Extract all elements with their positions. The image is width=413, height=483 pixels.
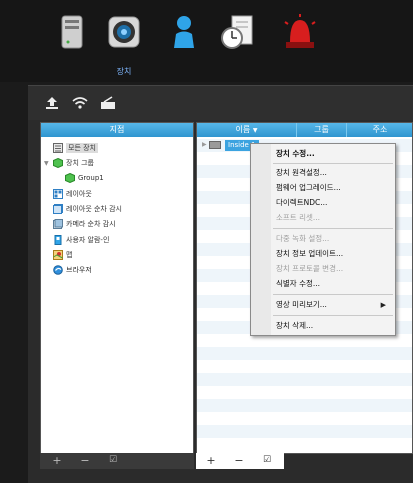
menu-item-multi-record: 다중 녹화 설정... bbox=[276, 234, 330, 243]
main-toolbar: 장치 bbox=[0, 0, 413, 82]
device-register-icon[interactable] bbox=[100, 96, 116, 110]
tree-item-map[interactable]: 맵 bbox=[53, 248, 72, 262]
add-button[interactable]: + bbox=[204, 454, 218, 467]
tree-item-label: 장치 그룹 bbox=[66, 159, 94, 167]
tree-item-camera-sequence[interactable]: 카메라 순차 감시 bbox=[53, 217, 116, 231]
site-tree-panel: 지점 모든 장치 ▼ 장치 그룹 Group1 레이아웃 레이아웃 순차 감시 … bbox=[40, 122, 194, 454]
menu-item-edit-identifier[interactable]: 식별자 수정... bbox=[276, 277, 320, 291]
tree-item-browser[interactable]: 브라우저 bbox=[53, 263, 92, 277]
tree-item-device-group[interactable]: ▼ 장치 그룹 bbox=[44, 156, 94, 170]
list-footer: + − ☑ bbox=[196, 453, 284, 469]
column-header-label: 주소 bbox=[372, 125, 388, 134]
column-header-address[interactable]: 주소 bbox=[347, 123, 412, 137]
tree-item-label: 사용자 알람-인 bbox=[66, 236, 110, 244]
expand-arrow-icon[interactable]: ▶ bbox=[202, 141, 207, 148]
alarm-icon[interactable] bbox=[280, 12, 320, 52]
remove-button[interactable]: − bbox=[232, 454, 246, 467]
column-header-name[interactable]: 이름 ▼ bbox=[197, 123, 297, 137]
menu-item-change-protocol: 장치 프로토콜 변경... bbox=[276, 264, 344, 273]
layout-icon bbox=[53, 189, 63, 199]
tree-item-label: 레이아웃 순차 감시 bbox=[66, 205, 122, 213]
menu-item-label: 영상 미리보기... bbox=[276, 300, 327, 309]
edit-icon[interactable]: ☑ bbox=[106, 455, 120, 465]
menu-item-firmware-upgrade[interactable]: 펌웨어 업그레이드... bbox=[276, 181, 341, 195]
wifi-icon[interactable] bbox=[72, 96, 88, 110]
tree-item-group1[interactable]: Group1 bbox=[65, 171, 104, 185]
table-row[interactable] bbox=[197, 373, 412, 386]
camera-sequence-icon bbox=[53, 219, 63, 229]
user-icon[interactable] bbox=[164, 12, 204, 52]
menu-item-remote-setup[interactable]: 장치 원격설정... bbox=[276, 166, 327, 180]
device-context-menu: 장치 수정... 장치 원격설정... 펌웨어 업그레이드... 다이렉트NDC… bbox=[250, 143, 396, 336]
add-button[interactable]: + bbox=[50, 454, 64, 467]
map-icon bbox=[53, 250, 63, 260]
tree-item-all-devices[interactable]: 모든 장치 bbox=[53, 141, 98, 155]
menu-separator bbox=[273, 163, 393, 164]
edit-icon[interactable]: ☑ bbox=[260, 455, 274, 465]
menu-item-soft-reset: 소프트 리셋... bbox=[276, 213, 321, 222]
device-camera-icon[interactable] bbox=[104, 12, 144, 52]
table-row[interactable] bbox=[197, 360, 412, 373]
tree-item-label: 레이아웃 bbox=[66, 190, 92, 198]
group-icon bbox=[65, 172, 75, 184]
menu-separator bbox=[273, 228, 393, 229]
collapse-arrow-icon[interactable]: ▼ bbox=[44, 160, 49, 167]
table-row[interactable] bbox=[197, 347, 412, 360]
menu-separator bbox=[273, 315, 393, 316]
tree-item-alarm-in[interactable]: 사용자 알람-인 bbox=[53, 233, 109, 247]
menu-item-direct-ndc[interactable]: 다이렉트NDC... bbox=[276, 196, 327, 210]
sort-arrow-icon: ▼ bbox=[252, 127, 258, 134]
submenu-arrow-icon: ▶ bbox=[380, 301, 386, 309]
server-icon[interactable] bbox=[52, 12, 92, 52]
table-row[interactable] bbox=[197, 412, 412, 425]
table-row[interactable] bbox=[197, 438, 412, 451]
tree-item-label: Group1 bbox=[78, 174, 104, 182]
tree-footer: + − ☑ bbox=[40, 453, 194, 469]
browser-icon bbox=[53, 265, 63, 275]
remove-button[interactable]: − bbox=[78, 454, 92, 467]
table-row[interactable] bbox=[197, 386, 412, 399]
menu-item-update-info[interactable]: 장치 정보 업데이트... bbox=[276, 247, 343, 261]
device-tab-label: 장치 bbox=[116, 67, 132, 76]
device-type-icon bbox=[209, 141, 221, 149]
table-row[interactable] bbox=[197, 425, 412, 438]
tree-item-label: 카메라 순차 감시 bbox=[66, 220, 116, 228]
column-header-group[interactable]: 그룹 bbox=[297, 123, 347, 137]
device-subtoolbar bbox=[28, 86, 413, 120]
tree-item-layout-sequence[interactable]: 레이아웃 순차 감시 bbox=[53, 202, 122, 216]
schedule-icon[interactable] bbox=[218, 12, 258, 52]
group-icon bbox=[53, 157, 63, 169]
upload-icon[interactable] bbox=[44, 96, 60, 110]
menu-gutter bbox=[251, 144, 271, 335]
tree-item-label: 모든 장치 bbox=[66, 143, 98, 153]
tree-item-label: 맵 bbox=[66, 251, 73, 259]
column-header-label: 이름 bbox=[235, 125, 251, 134]
tree-item-label: 브라우저 bbox=[66, 266, 92, 274]
menu-item-delete-device[interactable]: 장치 삭제... bbox=[276, 319, 313, 333]
menu-item-edit-device[interactable]: 장치 수정... bbox=[276, 147, 315, 161]
table-row[interactable] bbox=[197, 399, 412, 412]
tree-item-layout[interactable]: 레이아웃 bbox=[53, 187, 92, 201]
all-devices-icon bbox=[53, 143, 63, 153]
column-header-label: 그룹 bbox=[314, 125, 329, 134]
alarm-in-icon bbox=[53, 235, 63, 245]
site-tree-header: 지점 bbox=[41, 123, 193, 137]
menu-item-video-preview[interactable]: 영상 미리보기... ▶ bbox=[276, 298, 392, 312]
layout-sequence-icon bbox=[53, 204, 63, 214]
menu-separator bbox=[273, 294, 393, 295]
